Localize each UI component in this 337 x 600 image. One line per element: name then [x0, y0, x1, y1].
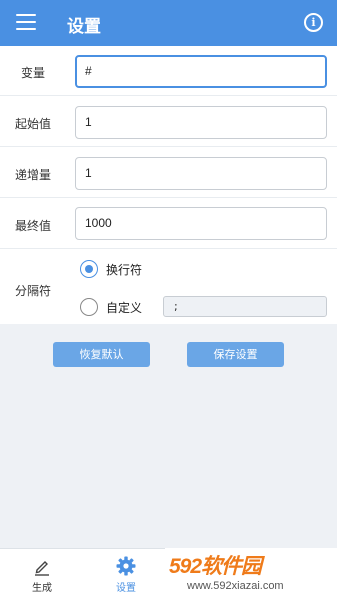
end-value-input[interactable]: 1000 — [75, 207, 327, 240]
page-title: 设置 — [67, 17, 101, 37]
separator-label: 分隔符 — [14, 284, 51, 298]
tab-settings-label: 设置 — [116, 583, 136, 594]
start-value-input[interactable]: 1 — [75, 106, 327, 139]
step-row: 递增量 1 — [0, 148, 337, 198]
reset-default-button[interactable]: 恢复默认 — [53, 342, 150, 367]
step-input[interactable]: 1 — [75, 157, 327, 190]
newline-radio[interactable] — [80, 260, 98, 278]
info-icon[interactable]: i — [304, 13, 323, 32]
app-bar: 设置 i — [0, 0, 337, 46]
pencil-icon — [35, 561, 49, 576]
start-value-row: 起始值 1 — [0, 97, 337, 147]
custom-separator-input[interactable]: ; — [163, 296, 327, 317]
custom-radio-label: 自定义 — [106, 301, 143, 315]
end-value-label: 最终值 — [14, 219, 51, 233]
start-value-label: 起始值 — [14, 117, 51, 131]
variable-label: 变量 — [20, 66, 45, 80]
variable-input[interactable]: # — [75, 55, 327, 88]
end-value-row: 最终值 1000 — [0, 199, 337, 249]
newline-radio-label: 换行符 — [106, 263, 143, 277]
variable-row: 变量 # — [0, 46, 337, 96]
watermark-url: www.592xiazai.com — [187, 580, 284, 592]
tab-generate-label: 生成 — [32, 583, 52, 594]
custom-radio[interactable] — [80, 298, 98, 316]
settings-form: 变量 # 起始值 1 递增量 1 最终值 1000 分隔符 — [0, 46, 337, 324]
watermark-logo: 592软件园 — [169, 555, 262, 578]
tab-generate[interactable]: 生成 — [0, 549, 84, 600]
save-settings-button[interactable]: 保存设置 — [187, 342, 284, 367]
tab-settings[interactable]: 设置 — [84, 549, 168, 600]
hamburger-menu-icon[interactable] — [16, 14, 36, 32]
gear-icon — [116, 556, 136, 576]
watermark: 592软件园 www.592xiazai.com — [165, 548, 337, 600]
step-label: 递增量 — [14, 168, 51, 182]
